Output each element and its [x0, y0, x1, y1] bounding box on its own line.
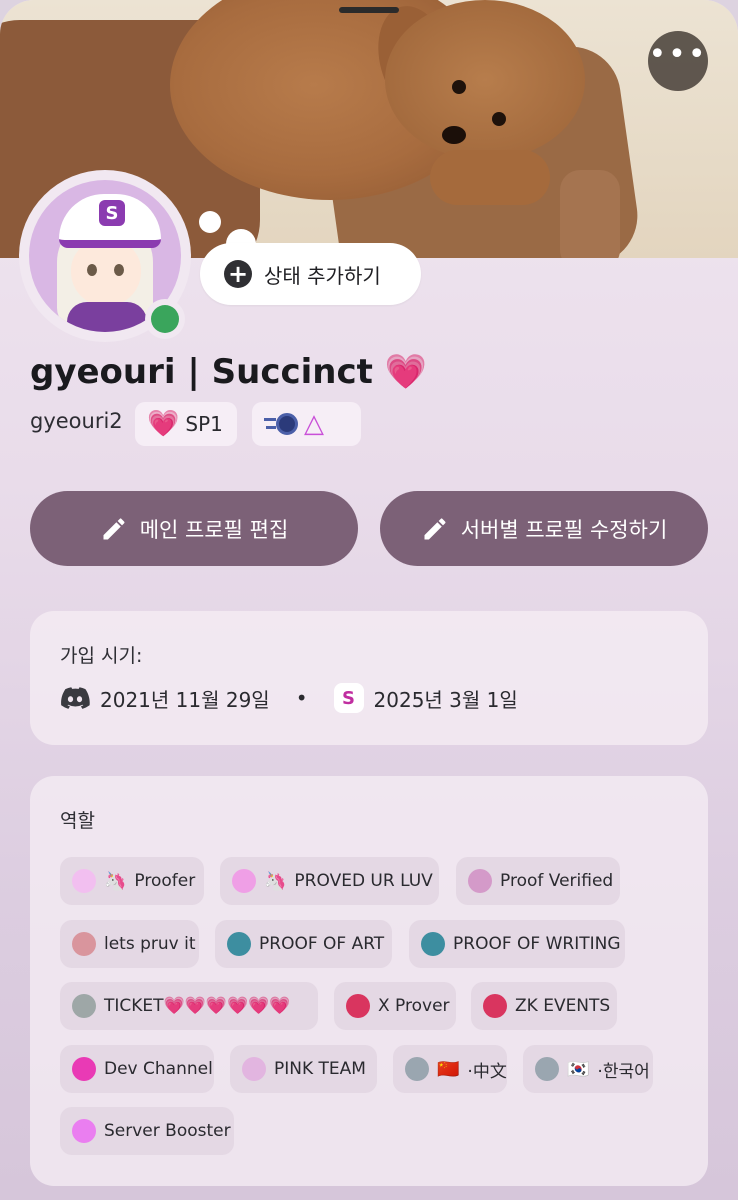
role-label: ·한국어	[597, 1061, 650, 1082]
role-label: PROOF OF ART	[259, 934, 385, 954]
pixel-heart-icon: 💗	[147, 409, 180, 439]
pencil-icon	[103, 517, 125, 539]
role-emoji: 🦄	[104, 870, 127, 892]
add-status-button[interactable]: + 상태 추가하기	[200, 243, 421, 305]
username[interactable]: gyeouri2	[30, 409, 123, 433]
member-since-row: 2021년 11월 29일 • S 2025년 3월 1일	[60, 683, 518, 713]
online-status-indicator	[145, 299, 185, 339]
role-pill[interactable]: TICKET💗💗💗💗💗💗	[60, 982, 318, 1030]
role-pill[interactable]: Dev Channel	[60, 1045, 214, 1093]
role-color-dot	[72, 932, 96, 956]
date-separator: •	[295, 686, 308, 710]
triangle-badge-icon: △	[304, 409, 324, 439]
plus-icon: +	[224, 260, 252, 288]
sheet-drag-handle[interactable]	[339, 7, 399, 13]
pencil-icon	[424, 517, 446, 539]
role-color-dot	[242, 1057, 266, 1081]
role-pill[interactable]: 🇨🇳 ·中文	[393, 1045, 507, 1093]
role-label: PINK TEAM	[274, 1059, 366, 1079]
role-label: TICKET💗💗💗💗💗💗	[104, 996, 291, 1016]
heart-emoji: 💗	[384, 352, 428, 392]
discord-icon	[61, 687, 90, 709]
role-pill[interactable]: 🇰🇷 ·한국어	[523, 1045, 653, 1093]
edit-server-profile-label: 서버별 프로필 수정하기	[460, 517, 668, 542]
more-options-icon: •••	[648, 37, 708, 72]
role-pill[interactable]: 🦄 PROVED UR LUV	[220, 857, 439, 905]
role-color-dot	[72, 994, 96, 1018]
role-color-dot	[232, 869, 256, 893]
role-pill[interactable]: PINK TEAM	[230, 1045, 377, 1093]
role-pill[interactable]: Server Booster	[60, 1107, 234, 1155]
role-label: Server Booster	[104, 1121, 231, 1141]
role-pill[interactable]: 🦄 Proofer	[60, 857, 204, 905]
role-pill[interactable]: PROOF OF WRITING	[409, 920, 625, 968]
edit-main-profile-button[interactable]: 메인 프로필 편집	[30, 491, 358, 566]
profile-badges[interactable]: △	[252, 402, 361, 446]
role-pill[interactable]: Proof Verified	[456, 857, 620, 905]
role-label: X Prover	[378, 996, 450, 1016]
role-color-dot	[535, 1057, 559, 1081]
role-color-dot	[483, 994, 507, 1018]
member-since-title: 가입 시기:	[60, 645, 143, 667]
role-emoji: 🦄	[264, 870, 287, 892]
speed-badge-icon	[264, 413, 298, 435]
role-label: PROVED UR LUV	[294, 871, 433, 891]
role-label: ·中文	[467, 1061, 507, 1082]
server-join-date: 2025년 3월 1일	[373, 687, 518, 712]
role-color-dot	[421, 932, 445, 956]
role-label: Proof Verified	[500, 871, 614, 891]
display-name-text: gyeouri | Succinct	[30, 352, 373, 392]
server-tag-label: SP1	[185, 412, 223, 436]
display-name: gyeouri | Succinct 💗	[30, 352, 427, 392]
role-color-dot	[72, 1057, 96, 1081]
role-pill[interactable]: X Prover	[334, 982, 456, 1030]
discord-join-date: 2021년 11월 29일	[100, 687, 270, 712]
role-pill[interactable]: ZK EVENTS	[471, 982, 617, 1030]
role-emoji: 🇨🇳	[437, 1058, 460, 1080]
role-label: lets pruv it	[104, 934, 196, 954]
server-tag-badge[interactable]: 💗 SP1	[135, 402, 237, 446]
role-color-dot	[72, 1119, 96, 1143]
role-pill[interactable]: PROOF OF ART	[215, 920, 392, 968]
role-pill[interactable]: lets pruv it	[60, 920, 199, 968]
roles-title: 역할	[60, 810, 95, 832]
role-color-dot	[468, 869, 492, 893]
role-color-dot	[227, 932, 251, 956]
roles-card: 역할 🦄 Proofer 🦄 PROVED UR LUV Proof Verified l…	[30, 776, 708, 1186]
more-options-button[interactable]: •••	[648, 31, 708, 91]
role-color-dot	[346, 994, 370, 1018]
member-since-card: 가입 시기: 2021년 11월 29일 • S 2025년 3월 1일	[30, 611, 708, 745]
role-label: PROOF OF WRITING	[453, 934, 621, 954]
role-label: ZK EVENTS	[515, 996, 611, 1016]
edit-server-profile-button[interactable]: 서버별 프로필 수정하기	[380, 491, 708, 566]
succinct-icon: S	[333, 683, 364, 713]
thought-bubble-dot	[199, 211, 221, 233]
role-label: Proofer	[134, 871, 196, 891]
add-status-label: 상태 추가하기	[264, 263, 381, 288]
role-color-dot	[405, 1057, 429, 1081]
profile-sheet: ••• S + 상태 추가하기 gyeouri | Succinct 💗 gye…	[0, 0, 738, 1200]
role-color-dot	[72, 869, 96, 893]
role-emoji: 🇰🇷	[567, 1058, 590, 1080]
edit-main-profile-label: 메인 프로필 편집	[139, 517, 289, 542]
role-label: Dev Channel	[104, 1059, 213, 1079]
